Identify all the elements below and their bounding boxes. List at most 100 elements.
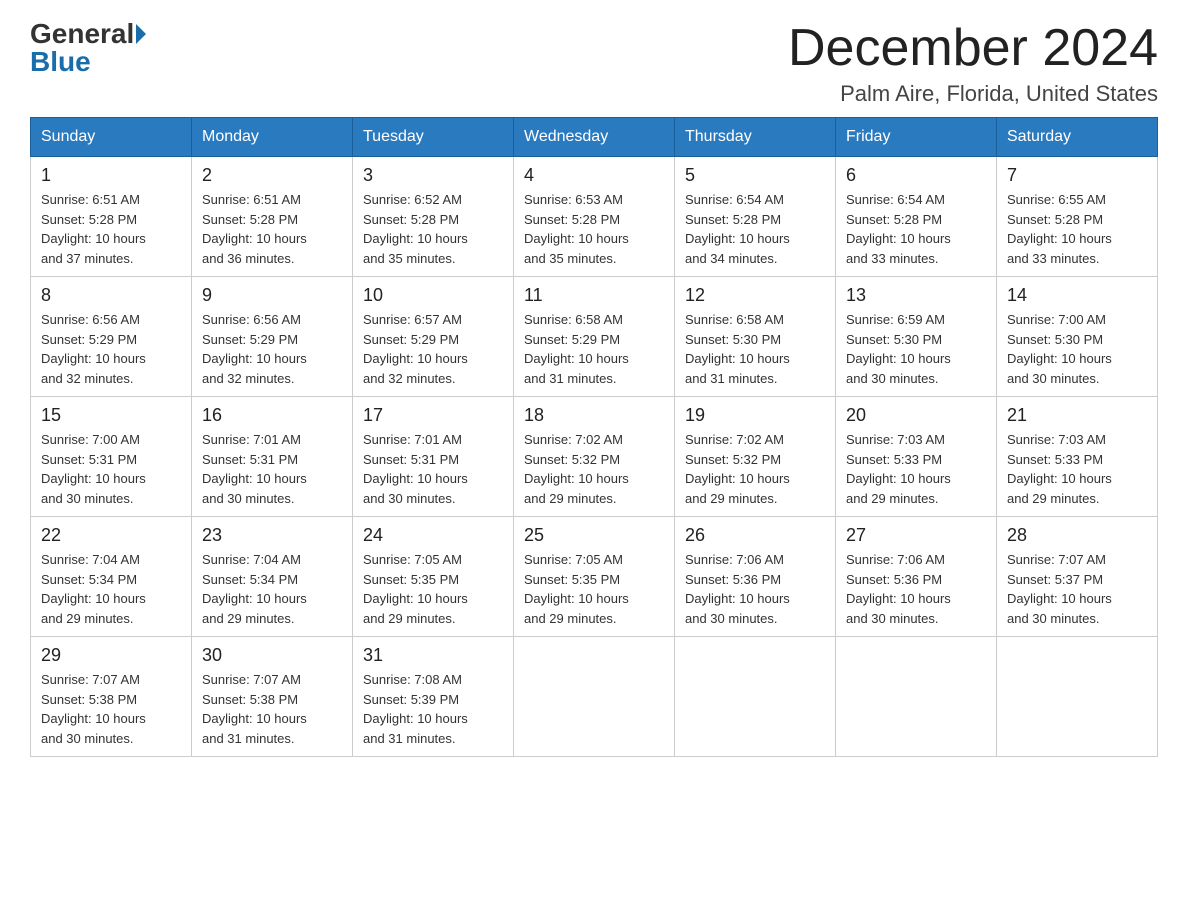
day-number: 6 — [846, 165, 986, 186]
calendar-cell — [675, 637, 836, 757]
day-number: 5 — [685, 165, 825, 186]
calendar-cell: 12 Sunrise: 6:58 AM Sunset: 5:30 PM Dayl… — [675, 277, 836, 397]
calendar-cell: 8 Sunrise: 6:56 AM Sunset: 5:29 PM Dayli… — [31, 277, 192, 397]
calendar-week-2: 8 Sunrise: 6:56 AM Sunset: 5:29 PM Dayli… — [31, 277, 1158, 397]
day-info: Sunrise: 7:08 AM Sunset: 5:39 PM Dayligh… — [363, 670, 503, 748]
day-info: Sunrise: 6:54 AM Sunset: 5:28 PM Dayligh… — [846, 190, 986, 268]
day-info: Sunrise: 6:57 AM Sunset: 5:29 PM Dayligh… — [363, 310, 503, 388]
day-number: 26 — [685, 525, 825, 546]
day-number: 14 — [1007, 285, 1147, 306]
day-info: Sunrise: 6:51 AM Sunset: 5:28 PM Dayligh… — [41, 190, 181, 268]
calendar-cell: 6 Sunrise: 6:54 AM Sunset: 5:28 PM Dayli… — [836, 157, 997, 277]
calendar-cell: 24 Sunrise: 7:05 AM Sunset: 5:35 PM Dayl… — [353, 517, 514, 637]
calendar-cell: 23 Sunrise: 7:04 AM Sunset: 5:34 PM Dayl… — [192, 517, 353, 637]
logo-arrow-icon — [136, 24, 146, 44]
calendar-cell: 25 Sunrise: 7:05 AM Sunset: 5:35 PM Dayl… — [514, 517, 675, 637]
day-info: Sunrise: 6:58 AM Sunset: 5:30 PM Dayligh… — [685, 310, 825, 388]
day-info: Sunrise: 7:06 AM Sunset: 5:36 PM Dayligh… — [846, 550, 986, 628]
calendar-cell: 3 Sunrise: 6:52 AM Sunset: 5:28 PM Dayli… — [353, 157, 514, 277]
day-number: 8 — [41, 285, 181, 306]
day-info: Sunrise: 6:56 AM Sunset: 5:29 PM Dayligh… — [202, 310, 342, 388]
day-number: 22 — [41, 525, 181, 546]
month-title: December 2024 — [788, 20, 1158, 77]
day-number: 1 — [41, 165, 181, 186]
calendar-cell: 11 Sunrise: 6:58 AM Sunset: 5:29 PM Dayl… — [514, 277, 675, 397]
weekday-header-tuesday: Tuesday — [353, 118, 514, 157]
calendar-cell: 4 Sunrise: 6:53 AM Sunset: 5:28 PM Dayli… — [514, 157, 675, 277]
day-info: Sunrise: 7:02 AM Sunset: 5:32 PM Dayligh… — [685, 430, 825, 508]
day-info: Sunrise: 7:01 AM Sunset: 5:31 PM Dayligh… — [363, 430, 503, 508]
day-info: Sunrise: 6:51 AM Sunset: 5:28 PM Dayligh… — [202, 190, 342, 268]
day-info: Sunrise: 6:56 AM Sunset: 5:29 PM Dayligh… — [41, 310, 181, 388]
calendar-cell: 28 Sunrise: 7:07 AM Sunset: 5:37 PM Dayl… — [997, 517, 1158, 637]
calendar-cell: 1 Sunrise: 6:51 AM Sunset: 5:28 PM Dayli… — [31, 157, 192, 277]
title-section: December 2024 Palm Aire, Florida, United… — [788, 20, 1158, 107]
day-number: 21 — [1007, 405, 1147, 426]
day-number: 28 — [1007, 525, 1147, 546]
calendar-cell: 26 Sunrise: 7:06 AM Sunset: 5:36 PM Dayl… — [675, 517, 836, 637]
calendar-cell: 16 Sunrise: 7:01 AM Sunset: 5:31 PM Dayl… — [192, 397, 353, 517]
day-number: 11 — [524, 285, 664, 306]
location-title: Palm Aire, Florida, United States — [788, 81, 1158, 107]
day-info: Sunrise: 7:00 AM Sunset: 5:31 PM Dayligh… — [41, 430, 181, 508]
calendar-cell: 14 Sunrise: 7:00 AM Sunset: 5:30 PM Dayl… — [997, 277, 1158, 397]
calendar-cell: 2 Sunrise: 6:51 AM Sunset: 5:28 PM Dayli… — [192, 157, 353, 277]
calendar-cell: 19 Sunrise: 7:02 AM Sunset: 5:32 PM Dayl… — [675, 397, 836, 517]
logo: General Blue — [30, 20, 146, 76]
day-info: Sunrise: 7:06 AM Sunset: 5:36 PM Dayligh… — [685, 550, 825, 628]
day-number: 17 — [363, 405, 503, 426]
day-info: Sunrise: 6:58 AM Sunset: 5:29 PM Dayligh… — [524, 310, 664, 388]
calendar-cell — [836, 637, 997, 757]
calendar-cell: 27 Sunrise: 7:06 AM Sunset: 5:36 PM Dayl… — [836, 517, 997, 637]
calendar-week-3: 15 Sunrise: 7:00 AM Sunset: 5:31 PM Dayl… — [31, 397, 1158, 517]
day-number: 18 — [524, 405, 664, 426]
day-number: 31 — [363, 645, 503, 666]
calendar-cell: 10 Sunrise: 6:57 AM Sunset: 5:29 PM Dayl… — [353, 277, 514, 397]
day-number: 2 — [202, 165, 342, 186]
day-info: Sunrise: 7:00 AM Sunset: 5:30 PM Dayligh… — [1007, 310, 1147, 388]
day-info: Sunrise: 6:52 AM Sunset: 5:28 PM Dayligh… — [363, 190, 503, 268]
calendar-cell — [514, 637, 675, 757]
day-number: 4 — [524, 165, 664, 186]
day-info: Sunrise: 7:03 AM Sunset: 5:33 PM Dayligh… — [846, 430, 986, 508]
calendar-cell: 7 Sunrise: 6:55 AM Sunset: 5:28 PM Dayli… — [997, 157, 1158, 277]
day-info: Sunrise: 6:55 AM Sunset: 5:28 PM Dayligh… — [1007, 190, 1147, 268]
day-number: 27 — [846, 525, 986, 546]
day-info: Sunrise: 7:05 AM Sunset: 5:35 PM Dayligh… — [363, 550, 503, 628]
calendar-week-5: 29 Sunrise: 7:07 AM Sunset: 5:38 PM Dayl… — [31, 637, 1158, 757]
day-info: Sunrise: 6:59 AM Sunset: 5:30 PM Dayligh… — [846, 310, 986, 388]
day-info: Sunrise: 7:04 AM Sunset: 5:34 PM Dayligh… — [202, 550, 342, 628]
page-header: General Blue December 2024 Palm Aire, Fl… — [30, 20, 1158, 107]
calendar-table: SundayMondayTuesdayWednesdayThursdayFrid… — [30, 117, 1158, 757]
calendar-week-4: 22 Sunrise: 7:04 AM Sunset: 5:34 PM Dayl… — [31, 517, 1158, 637]
day-info: Sunrise: 7:05 AM Sunset: 5:35 PM Dayligh… — [524, 550, 664, 628]
calendar-cell: 13 Sunrise: 6:59 AM Sunset: 5:30 PM Dayl… — [836, 277, 997, 397]
calendar-week-1: 1 Sunrise: 6:51 AM Sunset: 5:28 PM Dayli… — [31, 157, 1158, 277]
calendar-cell: 22 Sunrise: 7:04 AM Sunset: 5:34 PM Dayl… — [31, 517, 192, 637]
day-number: 19 — [685, 405, 825, 426]
weekday-header-sunday: Sunday — [31, 118, 192, 157]
day-info: Sunrise: 7:07 AM Sunset: 5:37 PM Dayligh… — [1007, 550, 1147, 628]
calendar-cell: 31 Sunrise: 7:08 AM Sunset: 5:39 PM Dayl… — [353, 637, 514, 757]
day-info: Sunrise: 7:02 AM Sunset: 5:32 PM Dayligh… — [524, 430, 664, 508]
logo-general-text: General — [30, 20, 134, 48]
weekday-header-thursday: Thursday — [675, 118, 836, 157]
calendar-cell — [997, 637, 1158, 757]
calendar-cell: 29 Sunrise: 7:07 AM Sunset: 5:38 PM Dayl… — [31, 637, 192, 757]
day-number: 13 — [846, 285, 986, 306]
calendar-cell: 15 Sunrise: 7:00 AM Sunset: 5:31 PM Dayl… — [31, 397, 192, 517]
calendar-cell: 5 Sunrise: 6:54 AM Sunset: 5:28 PM Dayli… — [675, 157, 836, 277]
day-number: 12 — [685, 285, 825, 306]
calendar-cell: 20 Sunrise: 7:03 AM Sunset: 5:33 PM Dayl… — [836, 397, 997, 517]
logo-blue-text: Blue — [30, 48, 91, 76]
day-number: 29 — [41, 645, 181, 666]
calendar-cell: 30 Sunrise: 7:07 AM Sunset: 5:38 PM Dayl… — [192, 637, 353, 757]
day-number: 3 — [363, 165, 503, 186]
day-number: 23 — [202, 525, 342, 546]
day-info: Sunrise: 7:03 AM Sunset: 5:33 PM Dayligh… — [1007, 430, 1147, 508]
weekday-header-monday: Monday — [192, 118, 353, 157]
day-info: Sunrise: 7:07 AM Sunset: 5:38 PM Dayligh… — [202, 670, 342, 748]
day-number: 7 — [1007, 165, 1147, 186]
weekday-header-friday: Friday — [836, 118, 997, 157]
day-number: 15 — [41, 405, 181, 426]
